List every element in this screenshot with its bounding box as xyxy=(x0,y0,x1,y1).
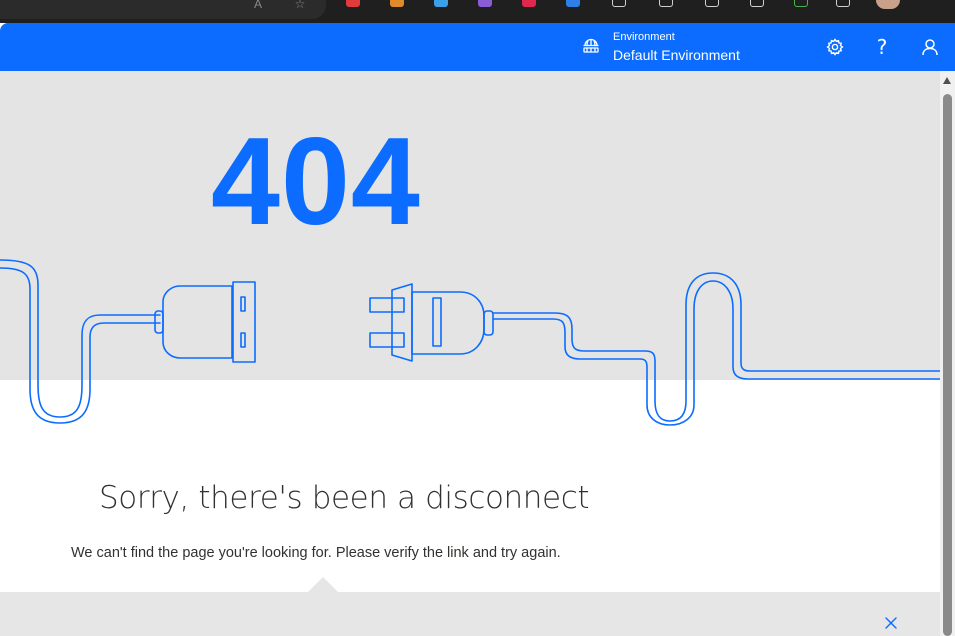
pinterest-extension-icon[interactable] xyxy=(522,0,536,7)
error-code: 404 xyxy=(211,113,421,251)
scrollbar-thumb[interactable] xyxy=(943,94,952,636)
browser-toolbar: A ☆ xyxy=(0,0,955,23)
environment-name[interactable]: Default Environment xyxy=(613,46,740,64)
error-title: Sorry, there's been a disconnect xyxy=(99,480,590,516)
favorites-icon[interactable] xyxy=(705,0,719,7)
help-button[interactable]: ? xyxy=(869,34,895,60)
copilot-icon[interactable] xyxy=(836,0,850,7)
unplugged-cable-illustration xyxy=(0,259,940,426)
extensions-icon[interactable] xyxy=(612,0,626,7)
red-extension-icon[interactable] xyxy=(346,0,360,7)
settings-button[interactable] xyxy=(822,34,848,60)
feedback-panel xyxy=(0,592,940,636)
scroll-up-arrow-icon[interactable] xyxy=(943,77,951,84)
favorite-star-icon[interactable]: ☆ xyxy=(293,0,307,10)
app-header: Environment Default Environment ? xyxy=(0,23,955,71)
settings-icon xyxy=(826,38,844,56)
feedback-pointer xyxy=(308,577,338,592)
address-bar[interactable]: A ☆ xyxy=(0,0,326,19)
purple-extension-icon[interactable] xyxy=(478,0,492,7)
collections-icon[interactable] xyxy=(750,0,764,7)
account-button[interactable] xyxy=(917,34,943,60)
environment-icon xyxy=(583,38,599,53)
close-icon[interactable] xyxy=(882,614,900,632)
account-icon xyxy=(922,39,938,56)
orange-extension-icon[interactable] xyxy=(390,0,404,7)
error-message: We can't find the page you're looking fo… xyxy=(71,545,561,561)
browser-essentials-icon[interactable] xyxy=(794,0,808,7)
blue-extension-icon[interactable] xyxy=(566,0,580,7)
environment-label: Environment xyxy=(613,31,675,43)
read-aloud-icon[interactable]: A xyxy=(251,0,265,10)
split-screen-icon[interactable] xyxy=(659,0,673,7)
drive-extension-icon[interactable] xyxy=(434,0,448,7)
profile-avatar[interactable] xyxy=(876,0,900,9)
help-icon: ? xyxy=(876,35,888,59)
